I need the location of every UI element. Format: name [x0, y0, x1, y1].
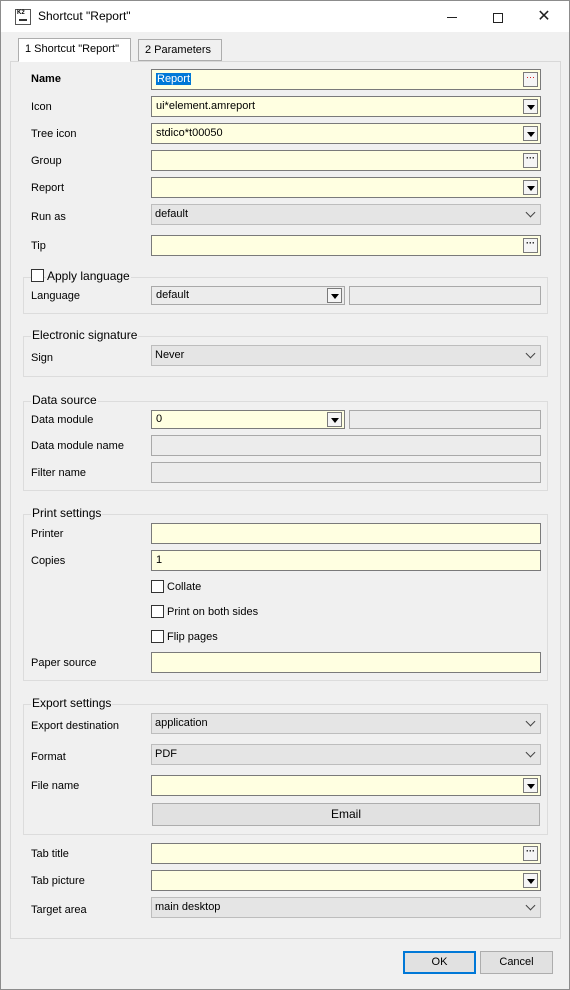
ellipsis-button-tab-title[interactable]: ···	[523, 846, 538, 861]
sign-select[interactable]: Never	[151, 345, 541, 366]
title-bar: K2 Shortcut "Report" ✕	[1, 1, 569, 32]
tab-parameters[interactable]: 2 Parameters	[138, 39, 222, 61]
apply-language-checkbox[interactable]	[31, 269, 44, 282]
tip-field[interactable]: ···	[151, 235, 541, 256]
copies-field[interactable]: 1	[151, 550, 541, 571]
filter-name-label: Filter name	[31, 467, 87, 479]
dialog-window: K2 Shortcut "Report" ✕ 1 Shortcut "Repor…	[0, 0, 570, 990]
print-settings-title: Print settings	[31, 506, 103, 520]
dropdown-arrow-icon[interactable]	[523, 180, 538, 195]
target-area-select[interactable]: main desktop	[151, 897, 541, 918]
format-select[interactable]: PDF	[151, 744, 541, 765]
chevron-down-icon	[525, 207, 536, 218]
tab-shortcut[interactable]: 1 Shortcut "Report"	[18, 38, 131, 62]
icon-label: Icon	[31, 101, 52, 113]
dropdown-arrow-icon[interactable]	[523, 873, 538, 888]
dropdown-arrow-icon[interactable]	[523, 126, 538, 141]
data-source-title: Data source	[31, 393, 98, 407]
sign-label: Sign	[31, 352, 54, 364]
icon-field[interactable]: ui*element.amreport	[151, 96, 541, 117]
chevron-down-icon	[525, 747, 536, 758]
apply-language-label: Apply language	[46, 269, 131, 283]
printer-label: Printer	[31, 528, 64, 540]
ellipsis-button-name[interactable]: ···	[523, 72, 538, 87]
tab-title-field[interactable]: ···	[151, 843, 541, 864]
report-label: Report	[31, 182, 65, 194]
copies-value: 1	[156, 554, 163, 566]
minimize-button[interactable]	[429, 1, 475, 32]
both-sides-label: Print on both sides	[167, 606, 259, 618]
language-label: Language	[31, 290, 80, 302]
format-value: PDF	[155, 748, 177, 760]
chevron-down-icon	[525, 900, 536, 911]
report-field[interactable]	[151, 177, 541, 198]
icon-value: ui*element.amreport	[156, 100, 256, 112]
flip-pages-checkbox[interactable]	[151, 630, 164, 643]
target-area-label: Target area	[31, 904, 87, 916]
export-destination-label: Export destination	[31, 720, 120, 732]
tab-title-label: Tab title	[31, 848, 69, 860]
data-module-name-label: Data module name	[31, 440, 124, 452]
group-label: Group	[31, 155, 62, 167]
file-name-label: File name	[31, 780, 80, 792]
dropdown-arrow-icon[interactable]	[327, 412, 342, 427]
run-as-label: Run as	[31, 211, 66, 223]
close-icon: ✕	[537, 8, 551, 25]
language-select[interactable]: default	[151, 286, 345, 305]
export-settings-title: Export settings	[31, 696, 113, 710]
cancel-button[interactable]: Cancel	[480, 951, 553, 974]
chevron-down-icon	[525, 348, 536, 359]
format-label: Format	[31, 751, 66, 763]
data-module-select[interactable]: 0	[151, 410, 345, 429]
group-field[interactable]: ···	[151, 150, 541, 171]
chevron-down-icon	[525, 716, 536, 727]
data-module-value: 0	[156, 413, 163, 425]
file-name-field[interactable]	[151, 775, 541, 796]
tab-picture-label: Tab picture	[31, 875, 85, 887]
minimize-icon	[447, 17, 457, 19]
tree-icon-value: stdico*t00050	[156, 127, 223, 139]
flip-pages-label: Flip pages	[167, 631, 218, 643]
email-button[interactable]: Email	[152, 803, 540, 826]
export-destination-select[interactable]: application	[151, 713, 541, 734]
tip-label: Tip	[31, 240, 46, 252]
data-module-label: Data module	[31, 414, 94, 426]
electronic-signature-title: Electronic signature	[31, 328, 139, 342]
data-module-extra-field	[349, 410, 541, 429]
tree-icon-field[interactable]: stdico*t00050	[151, 123, 541, 144]
run-as-select[interactable]: default	[151, 204, 541, 225]
both-sides-checkbox[interactable]	[151, 605, 164, 618]
maximize-button[interactable]	[475, 1, 521, 32]
ellipsis-button-tip[interactable]: ···	[523, 238, 538, 253]
collate-label: Collate	[167, 581, 202, 593]
paper-source-label: Paper source	[31, 657, 97, 669]
sign-value: Never	[155, 349, 185, 361]
dropdown-arrow-icon[interactable]	[523, 99, 538, 114]
dropdown-arrow-icon[interactable]	[327, 288, 342, 303]
maximize-icon	[493, 12, 503, 23]
tree-icon-label: Tree icon	[31, 128, 77, 140]
data-module-name-field	[151, 435, 541, 456]
app-logo-icon: K2	[15, 9, 31, 25]
collate-checkbox[interactable]	[151, 580, 164, 593]
printer-field[interactable]	[151, 523, 541, 544]
copies-label: Copies	[31, 555, 66, 567]
tab-picture-field[interactable]	[151, 870, 541, 891]
export-destination-value: application	[155, 717, 208, 729]
language-value: default	[156, 289, 190, 301]
ok-button[interactable]: OK	[403, 951, 476, 974]
close-button[interactable]: ✕	[521, 1, 567, 32]
filter-name-field	[151, 462, 541, 483]
paper-source-field[interactable]	[151, 652, 541, 673]
name-label: Name	[31, 73, 61, 85]
dropdown-arrow-icon[interactable]	[523, 778, 538, 793]
ellipsis-button-group[interactable]: ···	[523, 153, 538, 168]
name-value: Report	[156, 73, 192, 85]
language-extra-field	[349, 286, 541, 305]
window-title: Shortcut "Report"	[38, 9, 131, 23]
name-field[interactable]: Report ···	[151, 69, 541, 90]
run-as-value: default	[155, 208, 189, 220]
target-area-value: main desktop	[155, 901, 221, 913]
